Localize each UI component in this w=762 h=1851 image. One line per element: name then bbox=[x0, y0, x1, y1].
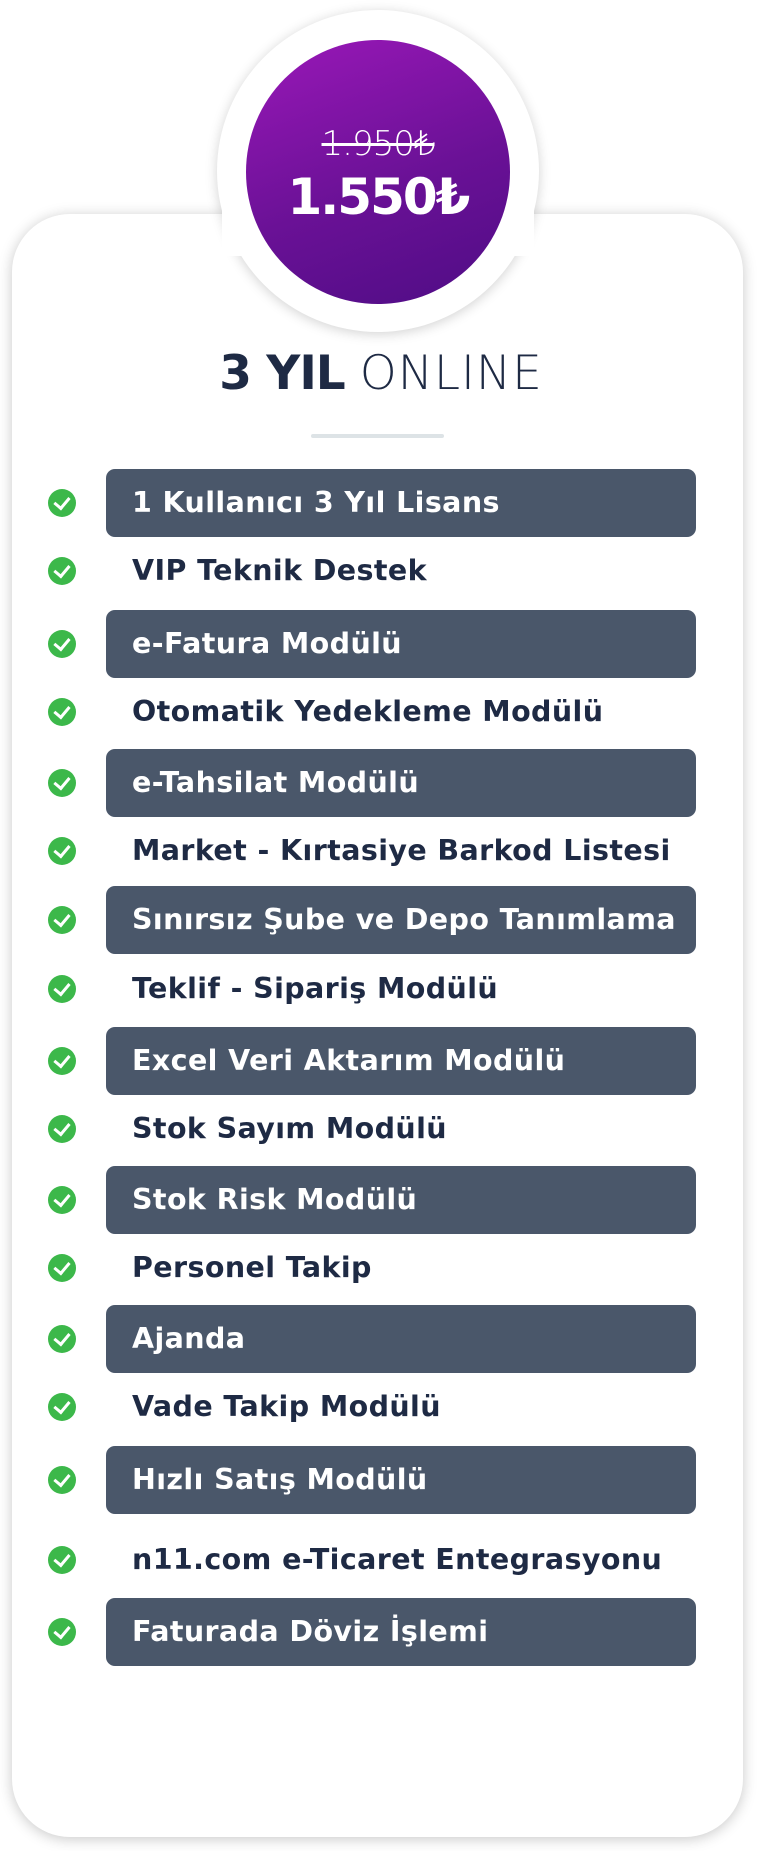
feature-item: Faturada Döviz İşlemi bbox=[0, 1598, 762, 1666]
check-circle-icon bbox=[48, 1254, 76, 1282]
check-circle-icon bbox=[48, 906, 76, 934]
check-circle-icon bbox=[48, 1186, 76, 1214]
plan-title-duration: 3 YIL bbox=[219, 346, 346, 401]
feature-item: 1 Kullanıcı 3 Yıl Lisans bbox=[0, 469, 762, 537]
feature-item: Ajanda bbox=[0, 1305, 762, 1373]
feature-label: VIP Teknik Destek bbox=[132, 554, 428, 587]
feature-item: Hızlı Satış Modülü bbox=[0, 1446, 762, 1514]
current-price: 1.550₺ bbox=[287, 168, 471, 226]
feature-label: Excel Veri Aktarım Modülü bbox=[132, 1044, 566, 1077]
check-circle-icon bbox=[48, 557, 76, 585]
feature-item: e-Tahsilat Modülü bbox=[0, 749, 762, 817]
feature-item: e-Fatura Modülü bbox=[0, 610, 762, 678]
check-circle-icon bbox=[48, 630, 76, 658]
feature-item: Stok Risk Modülü bbox=[0, 1166, 762, 1234]
feature-item: Market - Kırtasiye Barkod Listesi bbox=[0, 817, 762, 885]
feature-label: Hızlı Satış Modülü bbox=[132, 1463, 428, 1496]
check-circle-icon bbox=[48, 698, 76, 726]
plan-title-type: ONLINE bbox=[359, 346, 543, 401]
feature-label: Personel Takip bbox=[132, 1251, 372, 1284]
price-badge: 1.950₺ 1.550₺ bbox=[246, 40, 510, 304]
check-circle-icon bbox=[48, 1618, 76, 1646]
check-circle-icon bbox=[48, 1466, 76, 1494]
feature-label: n11.com e-Ticaret Entegrasyonu bbox=[132, 1543, 663, 1576]
feature-item: Sınırsız Şube ve Depo Tanımlama bbox=[0, 886, 762, 954]
check-circle-icon bbox=[48, 837, 76, 865]
feature-item: Personel Takip bbox=[0, 1234, 762, 1302]
feature-item: Vade Takip Modülü bbox=[0, 1373, 762, 1441]
feature-item: n11.com e-Ticaret Entegrasyonu bbox=[0, 1526, 762, 1594]
feature-label: Otomatik Yedekleme Modülü bbox=[132, 695, 604, 728]
feature-label: Ajanda bbox=[132, 1322, 246, 1355]
plan-title: 3 YIL ONLINE bbox=[0, 342, 762, 406]
feature-label: e-Fatura Modülü bbox=[132, 627, 403, 660]
feature-label: Stok Risk Modülü bbox=[132, 1183, 418, 1216]
feature-label: 1 Kullanıcı 3 Yıl Lisans bbox=[132, 486, 500, 519]
feature-item: Excel Veri Aktarım Modülü bbox=[0, 1027, 762, 1095]
check-circle-icon bbox=[48, 1047, 76, 1075]
feature-item: Teklif - Sipariş Modülü bbox=[0, 955, 762, 1023]
feature-label: e-Tahsilat Modülü bbox=[132, 766, 420, 799]
feature-item: Otomatik Yedekleme Modülü bbox=[0, 678, 762, 746]
check-circle-icon bbox=[48, 1325, 76, 1353]
check-circle-icon bbox=[48, 489, 76, 517]
check-circle-icon bbox=[48, 975, 76, 1003]
old-price: 1.950₺ bbox=[321, 124, 436, 164]
feature-label: Faturada Döviz İşlemi bbox=[132, 1615, 489, 1648]
title-divider bbox=[311, 434, 444, 438]
check-circle-icon bbox=[48, 769, 76, 797]
feature-label: Teklif - Sipariş Modülü bbox=[132, 972, 499, 1005]
feature-label: Market - Kırtasiye Barkod Listesi bbox=[132, 834, 671, 867]
pricing-page: 1.950₺ 1.550₺ 3 YIL ONLINE 1 Kullanıcı 3… bbox=[0, 0, 762, 1851]
feature-label: Vade Takip Modülü bbox=[132, 1390, 441, 1423]
check-circle-icon bbox=[48, 1546, 76, 1574]
feature-item: VIP Teknik Destek bbox=[0, 537, 762, 605]
feature-label: Stok Sayım Modülü bbox=[132, 1112, 447, 1145]
check-circle-icon bbox=[48, 1393, 76, 1421]
feature-label: Sınırsız Şube ve Depo Tanımlama bbox=[132, 903, 676, 936]
check-circle-icon bbox=[48, 1115, 76, 1143]
feature-item: Stok Sayım Modülü bbox=[0, 1095, 762, 1163]
